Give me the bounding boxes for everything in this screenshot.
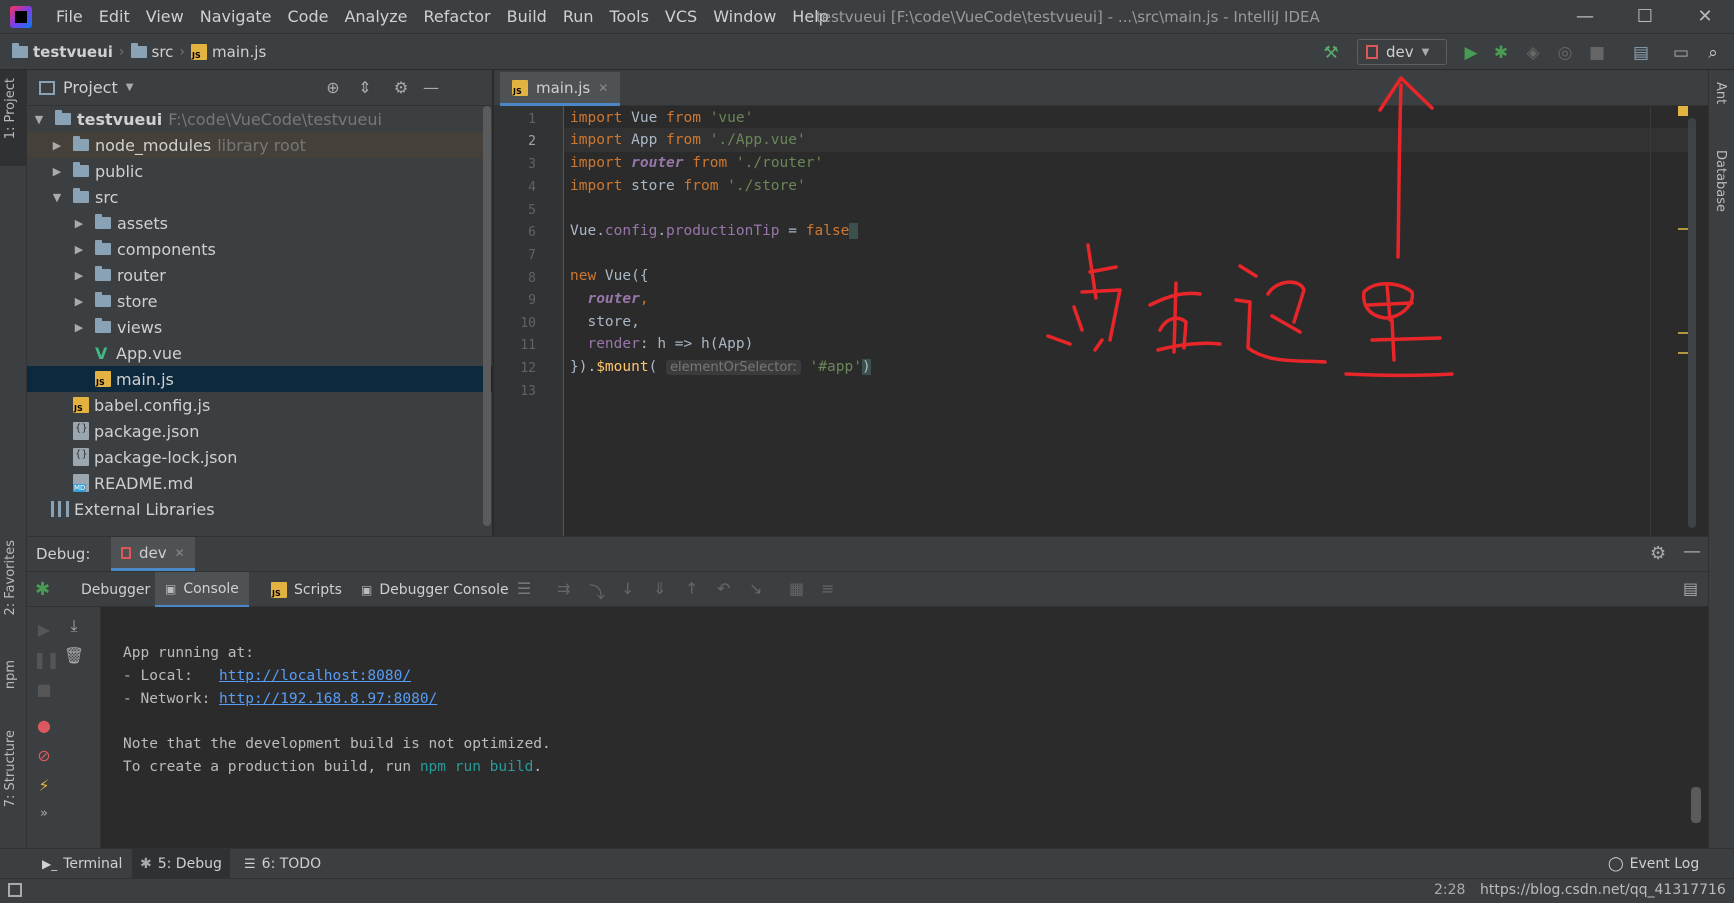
npm-config-icon <box>121 546 131 559</box>
tab-label: Scripts <box>294 582 342 598</box>
console-line: - Local: http://localhost:8080/ <box>123 668 412 684</box>
debug-header: Debug: dev ✕ ⚙ — <box>27 537 1708 571</box>
tab-label: Debugger Console <box>379 582 509 598</box>
debug-bug-icon: ✱ <box>140 856 152 872</box>
tab-debugger-console[interactable]: ▣ Debugger Console <box>353 572 517 608</box>
terminal-tool-tab[interactable]: ▶_ Terminal <box>34 849 130 879</box>
pause-icon[interactable]: ❚❚ <box>33 649 60 671</box>
drop-frame-icon[interactable]: ↶ <box>717 579 730 598</box>
tab-label: Debugger <box>81 582 151 598</box>
bottom-tool-strip: ▶_ Terminal ✱ 5: Debug ☰ 6: TODO ◯ Event Log <box>0 848 1734 879</box>
clear-all-trash-icon[interactable]: 🗑 <box>63 645 85 667</box>
more-actions-icon[interactable]: » <box>33 803 55 825</box>
debug-session-label: dev <box>139 543 167 562</box>
console-scrollbar[interactable] <box>1691 787 1701 823</box>
run-to-cursor-icon[interactable]: ↘ <box>749 579 762 598</box>
debug-tool-tab[interactable]: ✱ 5: Debug <box>132 849 230 879</box>
tab-label: Console <box>183 580 239 597</box>
caret-position[interactable]: 2:28 <box>1434 882 1465 898</box>
scroll-to-end-icon[interactable]: ⤓ <box>63 615 85 637</box>
tab-label: Event Log <box>1629 856 1700 872</box>
step-into-icon[interactable]: ↓ <box>621 579 634 598</box>
tab-label: Terminal <box>63 856 123 872</box>
layout-icon[interactable]: ☰ <box>517 579 531 598</box>
watermark-text: https://blog.csdn.net/qq_41317716 <box>1480 882 1726 898</box>
show-execution-point-icon[interactable]: ⇉ <box>557 579 570 598</box>
terminal-icon: ▶_ <box>42 857 58 871</box>
debug-session-tab[interactable]: dev ✕ <box>111 537 195 571</box>
network-url-link[interactable]: http://192.168.8.97:8080/ <box>219 691 437 707</box>
tab-console[interactable]: ▣ Console <box>155 572 249 608</box>
annotation-arrow-shaft <box>1396 83 1403 259</box>
tab-label: 5: Debug <box>157 856 222 872</box>
console-output[interactable]: App running at: - Local: http://localhos… <box>101 607 1708 849</box>
debug-bug-icon[interactable]: ✱ <box>35 579 50 600</box>
settings-gear-icon[interactable]: ⚙ <box>1650 543 1666 564</box>
annotation-arrow-head <box>1378 76 1434 112</box>
debug-label: Debug: <box>36 545 91 563</box>
console-line: Note that the development build is not o… <box>123 736 551 752</box>
step-out-icon[interactable]: ↑ <box>685 579 698 598</box>
resume-icon[interactable]: ▶ <box>33 619 55 641</box>
console-icon: ▣ <box>361 583 373 597</box>
tab-label: 6: TODO <box>261 856 322 872</box>
force-step-into-icon[interactable]: ⇓ <box>653 579 666 598</box>
list-icon: ☰ <box>244 856 256 872</box>
toggle-tool-windows-icon[interactable] <box>8 883 22 897</box>
debug-tool-window: Debug: dev ✕ ⚙ — ✱ Debugger ▣ Console JS S… <box>27 536 1708 849</box>
hide-panel-icon[interactable]: — <box>1683 541 1701 562</box>
console-line: App running at: <box>123 645 254 661</box>
close-tab-icon[interactable]: ✕ <box>175 546 185 560</box>
todo-tool-tab[interactable]: ☰ 6: TODO <box>236 849 329 879</box>
status-bar: 2:28 https://blog.csdn.net/qq_41317716 <box>0 878 1734 903</box>
trace-icon[interactable]: ≡ <box>821 579 834 598</box>
stop-icon[interactable]: ■ <box>33 679 55 701</box>
console-line: To create a production build, run npm ru… <box>123 759 543 775</box>
event-log-tool-tab[interactable]: ◯ Event Log <box>1600 849 1707 879</box>
event-log-icon: ◯ <box>1608 856 1624 872</box>
debug-side-toolbar: ▶ ❚❚ ■ ● ⊘ ⚡ » ⤓ 🗑 <box>27 607 101 849</box>
view-breakpoints-icon[interactable]: ● <box>33 715 55 737</box>
debug-toolbar: ✱ Debugger ▣ Console JS Scripts ▣ Debugger … <box>27 571 1708 608</box>
mute-breakpoints-icon[interactable]: ⊘ <box>33 745 55 767</box>
evaluate-expression-icon[interactable]: ▦ <box>789 579 804 598</box>
get-thread-dump-icon[interactable]: ⚡ <box>33 775 55 797</box>
build-command: npm run build <box>419 759 534 775</box>
tab-debugger[interactable]: Debugger <box>73 572 158 608</box>
tab-scripts[interactable]: JS Scripts <box>263 572 350 608</box>
console-line: - Network: http://192.168.8.97:8080/ <box>123 691 438 707</box>
local-url-link[interactable]: http://localhost:8080/ <box>219 668 411 684</box>
restore-layout-icon[interactable]: ▤ <box>1683 579 1698 598</box>
js-file-icon: JS <box>271 582 287 598</box>
step-over-icon[interactable]: ⤵ <box>589 579 605 603</box>
console-icon: ▣ <box>165 581 177 596</box>
